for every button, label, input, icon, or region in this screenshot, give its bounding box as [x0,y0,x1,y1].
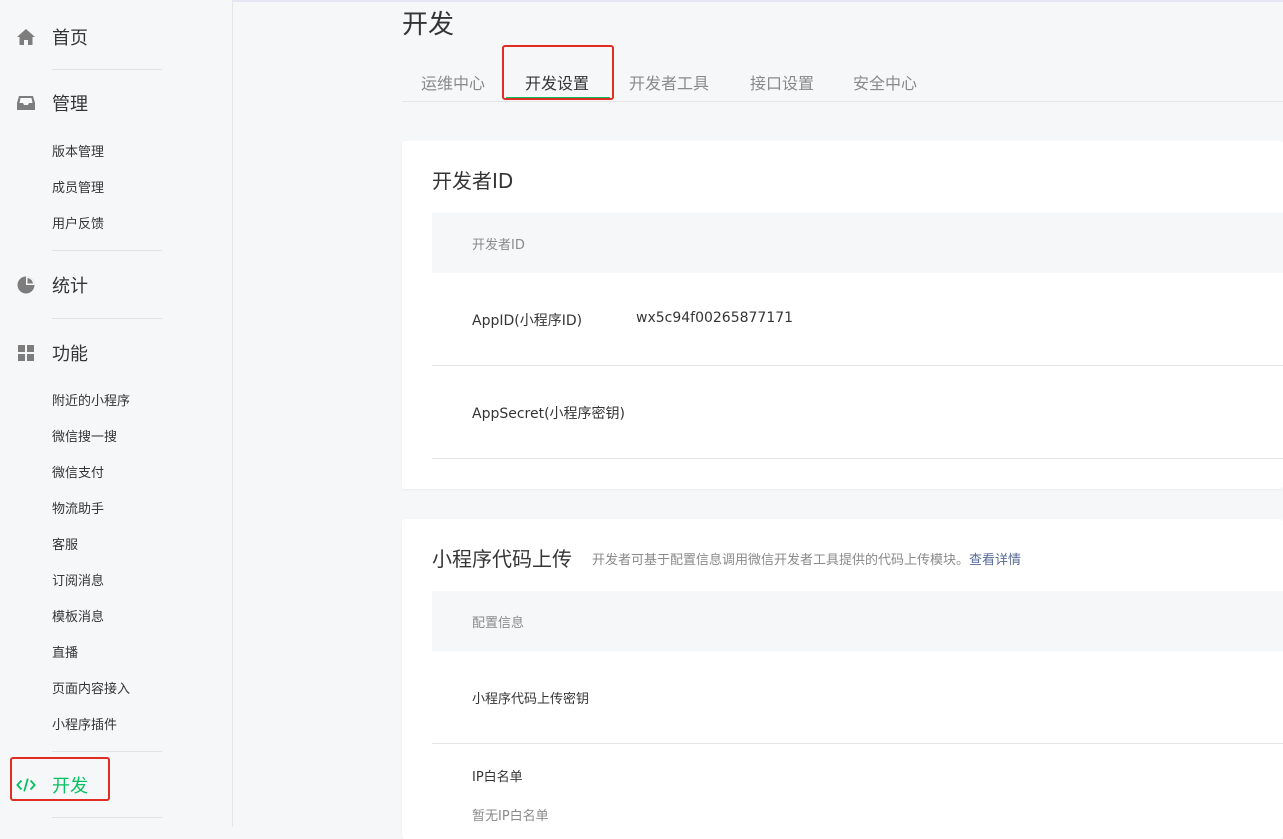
appid-value[interactable]: wx5c94f00265877171 [636,310,793,326]
description-text: 开发者可基于配置信息调用微信开发者工具提供的代码上传模块。 [592,553,970,568]
sidebar-item-nearby-miniprogram[interactable]: 附近的小程序 [52,392,130,412]
view-details-link[interactable]: 查看详情 [969,553,1021,568]
home-icon [16,27,36,47]
sidebar-item-home[interactable]: 首页 [0,19,232,55]
sidebar-item-logistics[interactable]: 物流助手 [52,500,104,520]
card-description: 开发者可基于配置信息调用微信开发者工具提供的代码上传模块。查看详情 [592,549,1021,568]
sidebar-item-features[interactable]: 功能 [0,335,232,371]
highlight-box-dev-settings [502,45,614,100]
inbox-icon [16,93,36,113]
developer-id-card: 开发者ID 开发者ID AppID(小程序ID) wx5c94f00265877… [402,141,1283,489]
table-header-label: 开发者ID [472,238,525,253]
sidebar-item-manage[interactable]: 管理 [0,85,232,121]
sidebar-item-page-content[interactable]: 页面内容接入 [52,680,130,700]
card-title: 小程序代码上传 [432,547,572,571]
pie-chart-icon [16,275,36,295]
tab-api-settings[interactable]: 接口设置 [750,70,814,100]
sidebar-divider [52,817,162,818]
sidebar-item-stats[interactable]: 统计 [0,267,232,303]
table-row-ip-whitelist: IP白名单 暂无IP白名单 [432,744,1283,839]
sidebar-item-label: 功能 [52,344,88,365]
sidebar-divider [52,751,162,752]
sidebar-divider [52,250,162,251]
appid-label: AppID(小程序ID) [472,313,583,329]
table-row-appid: AppID(小程序ID) wx5c94f00265877171 [432,273,1283,366]
appsecret-label: AppSecret(小程序密钥) [472,406,626,422]
sidebar-item-label: 管理 [52,94,88,115]
sidebar-item-wechat-search[interactable]: 微信搜一搜 [52,428,117,448]
table-header: 开发者ID [432,213,1283,273]
sidebar-item-subscribe-message[interactable]: 订阅消息 [52,572,104,592]
table-row-upload-key: 小程序代码上传密钥 [432,651,1283,744]
sidebar: 首页 管理 版本管理 成员管理 用户反馈 统计 功能 附近的小程序 微信搜一搜 … [0,0,233,827]
sidebar-item-label: 首页 [52,28,88,49]
grid-icon [16,343,36,363]
sidebar-divider [52,318,162,319]
highlight-box-develop [10,757,110,801]
ip-whitelist-label: IP白名单 [472,770,523,785]
tab-security-center[interactable]: 安全中心 [853,70,917,100]
tab-dev-tools[interactable]: 开发者工具 [629,70,709,100]
sidebar-item-live[interactable]: 直播 [52,644,78,664]
code-upload-card: 小程序代码上传 开发者可基于配置信息调用微信开发者工具提供的代码上传模块。查看详… [402,519,1283,839]
sidebar-item-wechat-pay[interactable]: 微信支付 [52,464,104,484]
sidebar-item-plugin[interactable]: 小程序插件 [52,716,117,736]
sidebar-item-template-message[interactable]: 模板消息 [52,608,104,628]
sidebar-item-user-feedback[interactable]: 用户反馈 [52,215,104,235]
upload-key-label: 小程序代码上传密钥 [472,692,590,707]
table-header-label: 配置信息 [472,616,525,631]
table-row-appsecret: AppSecret(小程序密钥) [432,366,1283,459]
sidebar-item-version-manage[interactable]: 版本管理 [52,143,104,163]
tab-ops-center[interactable]: 运维中心 [421,70,485,100]
page-title: 开发 [402,10,455,40]
ip-whitelist-empty: 暂无IP白名单 [472,809,549,824]
sidebar-item-customer-service[interactable]: 客服 [52,536,78,556]
sidebar-item-member-manage[interactable]: 成员管理 [52,179,104,199]
table-header: 配置信息 [432,591,1283,651]
sidebar-divider [52,69,162,70]
sidebar-item-label: 统计 [52,276,88,297]
card-title: 开发者ID [432,169,514,193]
